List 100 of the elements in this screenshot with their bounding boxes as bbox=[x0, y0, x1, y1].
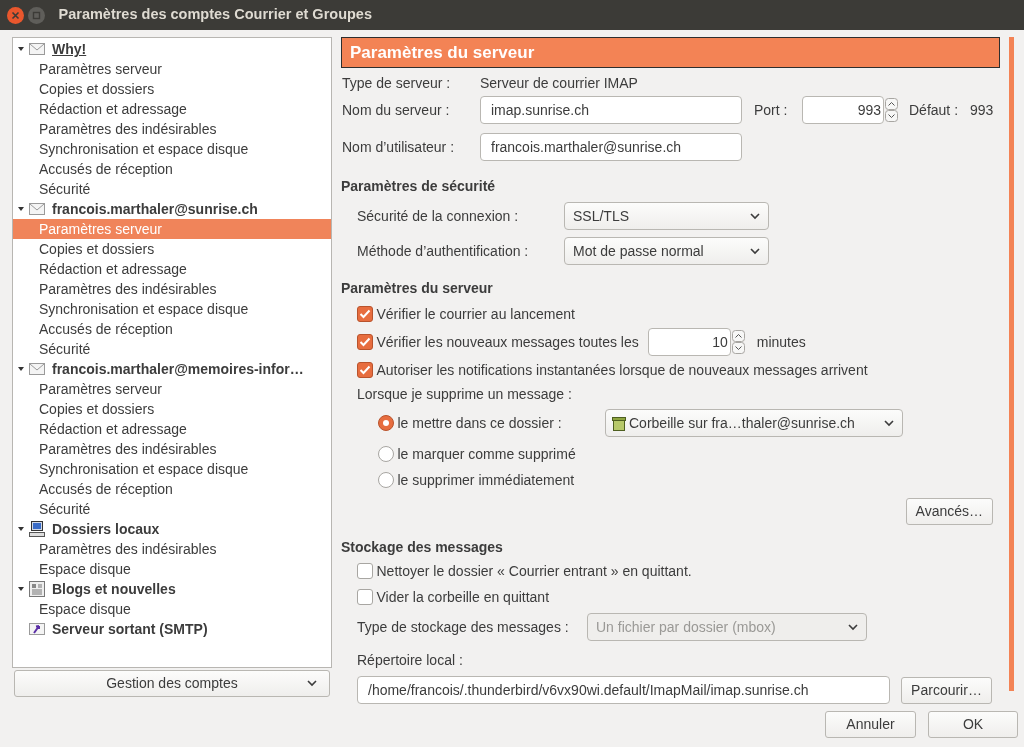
tree-account[interactable]: francois.marthaler@memoires-infor… bbox=[13, 359, 331, 379]
panel-header: Paramètres du serveur bbox=[341, 37, 1000, 68]
chevron-down-icon bbox=[848, 623, 858, 631]
checkbox-label: Vérifier les nouveaux messages toutes les bbox=[376, 332, 639, 352]
chevron-down-icon bbox=[307, 680, 317, 687]
tree-item[interactable]: Synchronisation et espace disque bbox=[13, 299, 331, 319]
local-directory-field[interactable]: /home/francois/.thunderbird/v6vx90wi.default/ImapMail/imap.sunrise.ch bbox=[357, 676, 890, 704]
section-heading: Stockage des messages bbox=[341, 537, 503, 557]
tree-item[interactable]: Accusés de réception bbox=[13, 319, 331, 339]
expanded-triangle-icon bbox=[17, 365, 25, 373]
dialog-button[interactable]: OK bbox=[928, 711, 1018, 738]
manage-accounts-dropdown[interactable]: Gestion des comptes bbox=[14, 670, 330, 697]
tree-item[interactable]: Copies et dossiers bbox=[13, 79, 331, 99]
tree-account[interactable]: francois.marthaler@sunrise.ch bbox=[13, 199, 331, 219]
section-heading: Paramètres du serveur bbox=[341, 278, 493, 298]
authentication-dropdown[interactable]: Mot de passe normal bbox=[564, 237, 769, 265]
tree-item[interactable]: Espace disque bbox=[13, 559, 331, 579]
computer-icon bbox=[29, 521, 45, 537]
tree-item[interactable]: Sécurité bbox=[13, 339, 331, 359]
radio-button[interactable] bbox=[378, 472, 394, 488]
checkbox[interactable] bbox=[357, 334, 373, 350]
server-type-value: Serveur de courrier IMAP bbox=[480, 73, 638, 93]
chevron-down-icon bbox=[750, 247, 760, 255]
tree-item[interactable]: Copies et dossiers bbox=[13, 399, 331, 419]
checkbox[interactable] bbox=[357, 589, 373, 605]
expanded-triangle-icon bbox=[17, 585, 25, 593]
radio-button[interactable] bbox=[378, 415, 394, 431]
interval-unit: minutes bbox=[756, 332, 806, 352]
tree-account[interactable]: Blogs et nouvelles bbox=[13, 579, 331, 599]
radio-label: le supprimer immédiatement bbox=[397, 470, 575, 490]
field-label: Type de stockage des messages : bbox=[357, 617, 570, 637]
tree-item[interactable]: Accusés de réception bbox=[13, 479, 331, 499]
tree-item[interactable]: Accusés de réception bbox=[13, 159, 331, 179]
field-label: Répertoire local : bbox=[357, 650, 463, 670]
newspaper-icon bbox=[29, 581, 45, 597]
envelope-icon bbox=[29, 361, 45, 377]
interval-field[interactable]: 10 bbox=[647, 328, 731, 356]
field-label: Port : bbox=[754, 100, 789, 120]
tree-item[interactable]: Espace disque bbox=[13, 599, 331, 619]
tree-account[interactable]: Dossiers locaux bbox=[13, 519, 331, 539]
tree-item[interactable]: Sécurité bbox=[13, 499, 331, 519]
checkmark-icon bbox=[359, 365, 371, 375]
field-label: Type de serveur : bbox=[342, 73, 452, 93]
maximize-icon[interactable] bbox=[27, 6, 45, 24]
checkbox[interactable] bbox=[357, 563, 373, 579]
server-name-field[interactable]: imap.sunrise.ch bbox=[480, 96, 742, 124]
checkmark-icon bbox=[359, 337, 371, 347]
tree-item[interactable]: Copies et dossiers bbox=[13, 239, 331, 259]
tree-item[interactable]: Paramètres des indésirables bbox=[13, 439, 331, 459]
tree-item[interactable]: Paramètres des indésirables bbox=[13, 279, 331, 299]
field-label: Méthode d’authentification : bbox=[357, 241, 530, 261]
tree-item[interactable]: Paramètres serveur bbox=[13, 379, 331, 399]
chevron-down-icon bbox=[883, 419, 894, 427]
tree-account[interactable]: Why! bbox=[13, 39, 331, 59]
expanded-triangle-icon bbox=[17, 45, 25, 53]
spinner-arrows-icon bbox=[885, 98, 898, 122]
trash-folder-icon bbox=[611, 415, 626, 431]
close-icon[interactable] bbox=[7, 6, 24, 24]
tree-item[interactable]: Synchronisation et espace disque bbox=[13, 139, 331, 159]
checkbox-label: Vider la corbeille en quittant bbox=[376, 587, 550, 607]
tree-item[interactable]: Paramètres serveur bbox=[13, 59, 331, 79]
radio-label: le marquer comme supprimé bbox=[397, 444, 576, 464]
field-label: Nom d’utilisateur : bbox=[342, 137, 456, 157]
browse-button[interactable]: Parcourir… bbox=[901, 676, 992, 704]
field-label: Lorsque je supprime un message : bbox=[357, 384, 572, 404]
tree-item[interactable]: Synchronisation et espace disque bbox=[13, 459, 331, 479]
checkmark-icon bbox=[359, 309, 371, 319]
port-field[interactable]: 993 bbox=[802, 96, 884, 124]
scrollbar[interactable] bbox=[1009, 37, 1014, 691]
tree-item[interactable]: Paramètres des indésirables bbox=[13, 119, 331, 139]
tree-account[interactable]: Serveur sortant (SMTP) bbox=[13, 619, 331, 639]
checkbox-label: Autoriser les notifications instantanées lorsque de nouveaux messages arrivent bbox=[376, 360, 868, 380]
username-field[interactable]: francois.marthaler@sunrise.ch bbox=[480, 133, 742, 161]
tree-item[interactable]: Rédaction et adressage bbox=[13, 419, 331, 439]
expanded-triangle-icon bbox=[17, 525, 25, 533]
field-label: Nom du serveur : bbox=[342, 100, 451, 120]
tree-item[interactable]: Rédaction et adressage bbox=[13, 259, 331, 279]
advanced-button[interactable]: Avancés… bbox=[905, 498, 993, 525]
radio-label: le mettre dans ce dossier : bbox=[397, 413, 563, 433]
connection-security-dropdown[interactable]: SSL/TLS bbox=[564, 202, 769, 230]
radio-button[interactable] bbox=[378, 446, 394, 462]
checkbox-label: Nettoyer le dossier « Courrier entrant » en quittant. bbox=[376, 561, 692, 581]
field-label: Défaut : bbox=[909, 100, 959, 120]
chevron-down-icon bbox=[750, 212, 760, 220]
tree-item[interactable]: Rédaction et adressage bbox=[13, 99, 331, 119]
default-port-value: 993 bbox=[970, 100, 994, 120]
envelope-icon bbox=[29, 41, 45, 57]
tree-item[interactable]: Paramètres des indésirables bbox=[13, 539, 331, 559]
folder-dropdown[interactable]: Corbeille sur fra…thaler@sunrise.ch bbox=[604, 409, 903, 437]
field-label: Sécurité de la connexion : bbox=[357, 206, 520, 226]
dialog-button[interactable]: Annuler bbox=[825, 711, 916, 738]
tree-item[interactable]: Sécurité bbox=[13, 179, 331, 199]
window-title: Paramètres des comptes Courrier et Groupes bbox=[58, 5, 372, 25]
section-heading: Paramètres de sécurité bbox=[341, 176, 496, 196]
checkbox[interactable] bbox=[357, 306, 373, 322]
envelope-icon bbox=[29, 201, 45, 217]
checkbox[interactable] bbox=[357, 362, 373, 378]
spinner-arrows-icon bbox=[731, 330, 745, 354]
expanded-triangle-icon bbox=[17, 205, 25, 213]
checkbox-label: Vérifier le courrier au lancement bbox=[376, 304, 575, 324]
